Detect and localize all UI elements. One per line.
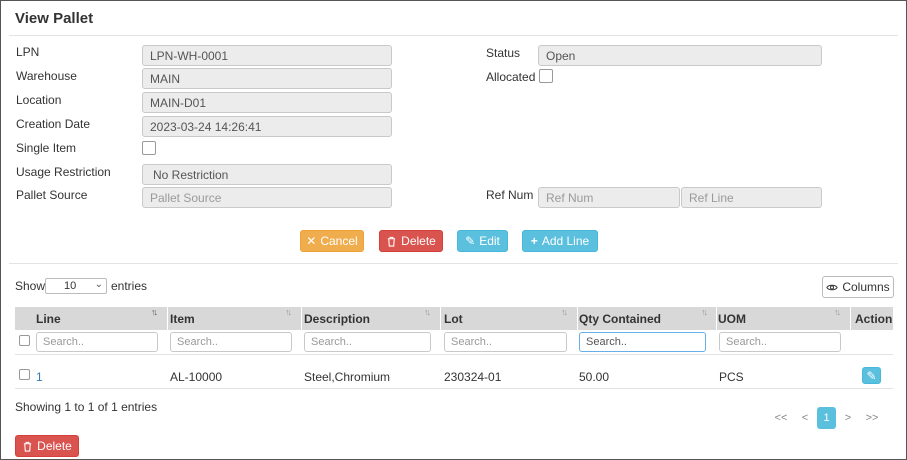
search-row-divider	[15, 354, 893, 355]
row-line-link[interactable]: 1	[36, 370, 43, 384]
pagination-page-1[interactable]: 1	[817, 407, 836, 429]
row-item: AL-10000	[170, 370, 223, 384]
table-info: Showing 1 to 1 of 1 entries	[15, 400, 158, 414]
add-line-button-label: Add Line	[541, 234, 590, 248]
pencil-icon: ✎	[866, 368, 877, 383]
bottom-delete-button[interactable]: Delete	[15, 435, 79, 457]
page-size-value: 10	[64, 280, 77, 292]
creation-date-field: 2023-03-24 14:26:41	[142, 116, 392, 137]
column-header-lot[interactable]: Lot	[444, 307, 463, 330]
status-label: Status	[486, 46, 521, 60]
column-header-uom[interactable]: UOM	[718, 307, 746, 330]
column-separator	[301, 307, 302, 330]
row-edit-button[interactable]: ✎	[862, 367, 881, 384]
search-item-input[interactable]: Search..	[170, 332, 292, 352]
edit-button-label: Edit	[479, 234, 500, 248]
row-select-checkbox[interactable]	[19, 369, 30, 380]
search-line-input[interactable]: Search..	[36, 332, 158, 352]
bottom-delete-button-label: Delete	[37, 439, 72, 453]
location-label: Location	[16, 93, 62, 107]
warehouse-field: MAIN	[142, 68, 392, 89]
search-description-input[interactable]: Search..	[304, 332, 431, 352]
pagination-next[interactable]: >	[841, 407, 855, 429]
usage-restriction-select[interactable]: No Restriction	[142, 164, 392, 185]
column-header-qty-contained[interactable]: Qty Contained	[579, 307, 661, 330]
status-field: Open	[538, 45, 822, 66]
select-all-checkbox[interactable]	[19, 335, 30, 346]
creation-date-label: Creation Date	[16, 117, 91, 131]
lpn-field: LPN-WH-0001	[142, 45, 392, 66]
section-divider	[9, 263, 898, 264]
entries-label: entries	[111, 279, 148, 293]
cancel-button-label: Cancel	[320, 234, 358, 248]
ref-line-field[interactable]: Ref Line	[681, 187, 822, 208]
sort-icon[interactable]: ↑↓	[285, 307, 292, 317]
page-title: View Pallet	[15, 10, 94, 27]
column-header-action: Action	[855, 312, 893, 326]
column-separator	[850, 307, 851, 330]
page-size-select[interactable]: 10 ⌄	[45, 278, 107, 294]
edit-button[interactable]: ✎ Edit	[457, 230, 508, 252]
sort-asc-icon[interactable]: ↑↓	[151, 307, 158, 317]
sort-icon[interactable]: ↑↓	[561, 307, 568, 317]
show-label: Show	[15, 279, 46, 293]
row-uom: PCS	[719, 370, 744, 384]
pagination-prev[interactable]: <	[798, 407, 812, 429]
pagination-last[interactable]: >>	[861, 407, 883, 429]
eye-icon	[826, 284, 838, 290]
columns-button-label: Columns	[842, 280, 890, 294]
column-header-description[interactable]: Description	[304, 307, 370, 330]
single-item-label: Single Item	[16, 141, 77, 155]
column-separator	[716, 307, 717, 330]
pencil-icon: ✎	[465, 234, 476, 248]
title-divider	[9, 35, 898, 36]
allocated-label: Allocated	[486, 70, 536, 84]
single-item-checkbox[interactable]	[142, 141, 156, 155]
columns-button[interactable]: Columns	[822, 276, 894, 298]
chevron-down-icon: ⌄	[94, 279, 103, 290]
column-header-line[interactable]: Line	[36, 307, 61, 330]
table-bottom-border	[15, 388, 893, 389]
ref-num-field[interactable]: Ref Num	[538, 187, 680, 208]
close-icon: ✕	[306, 234, 317, 248]
search-qty-contained-input[interactable]: Search..	[579, 332, 706, 352]
view-pallet-window: View Pallet LPN LPN-WH-0001 Warehouse MA…	[0, 0, 907, 460]
column-separator	[440, 307, 441, 330]
sort-icon[interactable]: ↑↓	[834, 307, 841, 317]
trash-icon	[23, 441, 32, 452]
cancel-button[interactable]: ✕ Cancel	[300, 230, 364, 252]
usage-restriction-label: Usage Restriction	[16, 165, 111, 179]
plus-icon: +	[530, 234, 538, 248]
lpn-label: LPN	[16, 45, 40, 59]
sort-icon[interactable]: ↑↓	[424, 307, 431, 317]
delete-button[interactable]: Delete	[379, 230, 443, 252]
row-lot: 230324-01	[444, 370, 502, 384]
column-separator	[577, 307, 578, 330]
pagination-first[interactable]: <<	[771, 407, 791, 429]
search-uom-input[interactable]: Search..	[719, 332, 841, 352]
delete-button-label: Delete	[401, 234, 436, 248]
sort-icon[interactable]: ↑↓	[701, 307, 708, 317]
pallet-source-field[interactable]: Pallet Source	[142, 187, 392, 208]
location-field: MAIN-D01	[142, 92, 392, 113]
row-qty-contained: 50.00	[579, 370, 610, 384]
table-header: Line ↑↓ Item ↑↓ Description ↑↓ Lot ↑↓ Qt…	[15, 307, 893, 330]
add-line-button[interactable]: + Add Line	[522, 230, 598, 252]
warehouse-label: Warehouse	[16, 69, 77, 83]
row-description: Steel,Chromium	[304, 370, 391, 384]
trash-icon	[387, 236, 396, 247]
search-lot-input[interactable]: Search..	[444, 332, 567, 352]
column-separator	[167, 307, 168, 330]
ref-num-label: Ref Num	[486, 188, 534, 202]
pallet-source-label: Pallet Source	[16, 188, 88, 202]
allocated-checkbox[interactable]	[539, 69, 553, 83]
column-header-item[interactable]: Item	[170, 307, 195, 330]
